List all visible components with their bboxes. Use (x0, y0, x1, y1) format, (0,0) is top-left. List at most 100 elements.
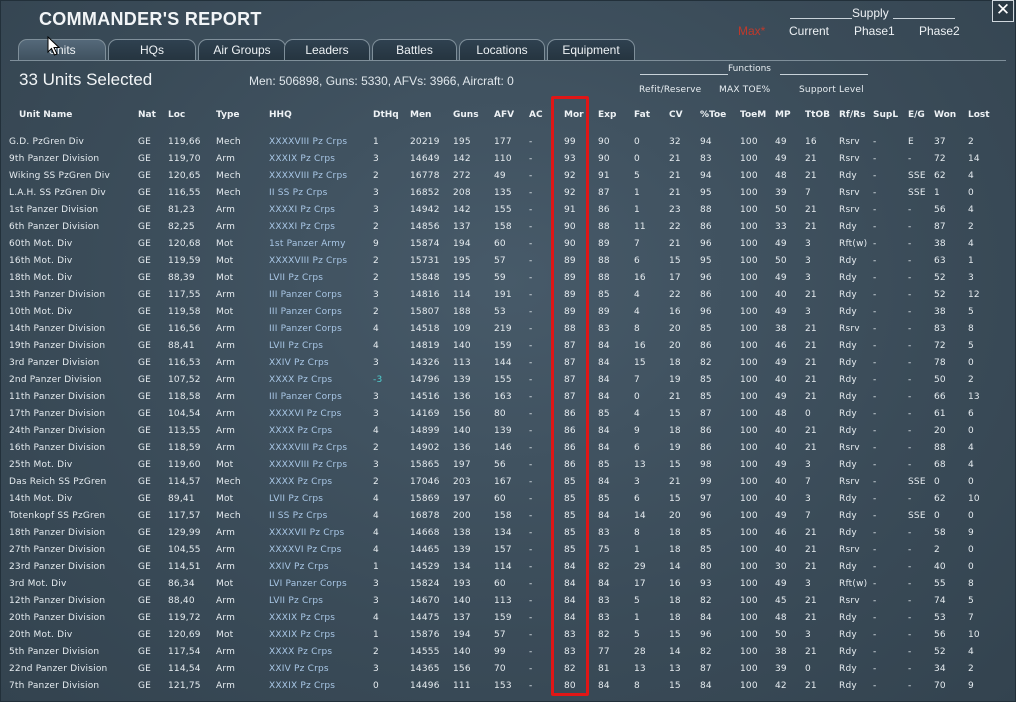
cell-unit-name[interactable]: 6th Panzer Division (9, 222, 99, 232)
column-header-guns[interactable]: Guns (453, 110, 479, 120)
cell-unit-name[interactable]: 3rd Mot. Div (9, 579, 67, 589)
column-header-ac[interactable]: AC (529, 110, 543, 120)
table-row[interactable]: 17th Panzer Division GE 104,54 Arm XXXXVI Pz… (0, 409, 1016, 426)
table-row[interactable]: 20th Panzer Division GE 119,72 Arm XXXIX Pz … (0, 613, 1016, 630)
cell-hhq[interactable]: 1st Panzer Army (269, 239, 346, 249)
cell-hhq[interactable]: XXXXVI Pz Crps (269, 409, 342, 419)
cell-hhq[interactable]: XXXXVIII Pz Crps (269, 171, 347, 181)
tab-equipment[interactable]: Equipment (547, 39, 635, 61)
column-header-rf-rs[interactable]: Rf/Rs (839, 110, 865, 120)
cell-hhq[interactable]: II SS Pz Crps (269, 511, 327, 521)
cell-unit-name[interactable]: Totenkopf SS PzGren (9, 511, 105, 521)
cell-hhq[interactable]: XXXXVIII Pz Crps (269, 460, 347, 470)
cell-unit-name[interactable]: 9th Panzer Division (9, 154, 99, 164)
table-row[interactable]: 16th Panzer Division GE 118,59 Arm XXXXVIII … (0, 443, 1016, 460)
cell-hhq[interactable]: XXXX Pz Crps (269, 477, 332, 487)
table-row[interactable]: 18th Mot. Div GE 88,39 Mot LVII Pz Crps 2 1584… (0, 273, 1016, 290)
table-row[interactable]: 14th Panzer Division GE 116,56 Arm III Panze… (0, 324, 1016, 341)
cell-unit-name[interactable]: L.A.H. SS PzGren Div (9, 188, 106, 198)
column-header-supl[interactable]: SupL (873, 110, 898, 120)
cell-hhq[interactable]: XXXXVI Pz Crps (269, 545, 342, 555)
cell-hhq[interactable]: XXXXI Pz Crps (269, 222, 335, 232)
cell-hhq[interactable]: XXXIX Pz Crps (269, 154, 335, 164)
column-header-e-g[interactable]: E/G (908, 110, 925, 120)
table-row[interactable]: 25th Mot. Div GE 119,60 Mot XXXXVIII Pz Crps… (0, 460, 1016, 477)
table-row[interactable]: 27th Panzer Division GE 104,55 Arm XXXXVI Pz… (0, 545, 1016, 562)
table-row[interactable]: 13th Panzer Division GE 117,55 Arm III Panze… (0, 290, 1016, 307)
table-row[interactable]: 18th Panzer Division GE 129,99 Arm XXXXVII P… (0, 528, 1016, 545)
cell-hhq[interactable]: XXXX Pz Crps (269, 375, 332, 385)
cell-hhq[interactable]: XXIV Pz Crps (269, 562, 329, 572)
tab-air-groups[interactable]: Air Groups (198, 39, 286, 61)
cell-unit-name[interactable]: 10th Mot. Div (9, 307, 72, 317)
cell-hhq[interactable]: LVI Panzer Corps (269, 579, 347, 589)
tab-leaders[interactable]: Leaders (284, 39, 370, 61)
table-row[interactable]: 14th Mot. Div GE 89,41 Mot LVII Pz Crps 4 1586… (0, 494, 1016, 511)
cell-hhq[interactable]: XXXXVII Pz Crps (269, 528, 344, 538)
table-row[interactable]: 6th Panzer Division GE 82,25 Arm XXXXI Pz Cr… (0, 222, 1016, 239)
cell-unit-name[interactable]: G.D. PzGren Div (9, 137, 84, 147)
table-row[interactable]: G.D. PzGren Div GE 119,66 Mech XXXXVIII Pz C… (0, 137, 1016, 154)
table-row[interactable]: 3rd Mot. Div GE 86,34 Mot LVI Panzer Corps 3 1… (0, 579, 1016, 596)
cell-hhq[interactable]: XXXXVIII Pz Crps (269, 137, 347, 147)
column-header-type[interactable]: Type (216, 110, 239, 120)
table-row[interactable]: 23rd Panzer Division GE 114,51 Arm XXIV Pz C… (0, 562, 1016, 579)
tab-locations[interactable]: Locations (459, 39, 545, 61)
cell-hhq[interactable]: II SS Pz Crps (269, 188, 327, 198)
cell-unit-name[interactable]: 23rd Panzer Division (9, 562, 105, 572)
column-header-won[interactable]: Won (934, 110, 956, 120)
cell-unit-name[interactable]: 3rd Panzer Division (9, 358, 99, 368)
table-row[interactable]: 5th Panzer Division GE 117,54 Arm XXXX Pz Cr… (0, 647, 1016, 664)
table-row[interactable]: 11th Panzer Division GE 118,58 Arm III Panze… (0, 392, 1016, 409)
cell-hhq[interactable]: XXXIX Pz Crps (269, 613, 335, 623)
cell-hhq[interactable]: XXXXI Pz Crps (269, 205, 335, 215)
column-header-pct-toe[interactable]: %Toe (700, 110, 726, 120)
supply-option-max[interactable]: Max* (738, 24, 765, 38)
cell-hhq[interactable]: XXXXVIII Pz Crps (269, 443, 347, 453)
column-header-ttob[interactable]: TtOB (805, 110, 830, 120)
cell-hhq[interactable]: XXXX Pz Crps (269, 426, 332, 436)
table-row[interactable]: 16th Mot. Div GE 119,59 Mot XXXXVIII Pz Crps… (0, 256, 1016, 273)
table-row[interactable]: L.A.H. SS PzGren Div GE 116,55 Mech II SS Pz… (0, 188, 1016, 205)
cell-hhq[interactable]: XXXXVIII Pz Crps (269, 256, 347, 266)
column-header-dthq[interactable]: DtHq (373, 110, 399, 120)
tab-battles[interactable]: Battles (372, 39, 457, 61)
supply-option-current[interactable]: Current (789, 24, 829, 38)
table-row[interactable]: Totenkopf SS PzGren GE 117,57 Mech II SS Pz … (0, 511, 1016, 528)
cell-hhq[interactable]: III Panzer Corps (269, 392, 342, 402)
cell-unit-name[interactable]: 24th Panzer Division (9, 426, 105, 436)
cell-hhq[interactable]: LVII Pz Crps (269, 273, 323, 283)
cell-unit-name[interactable]: 22nd Panzer Division (9, 664, 107, 674)
cell-unit-name[interactable]: 27th Panzer Division (9, 545, 105, 555)
cell-unit-name[interactable]: 19th Panzer Division (9, 341, 105, 351)
table-row[interactable]: 60th Mot. Div GE 120,68 Mot 1st Panzer Army 9… (0, 239, 1016, 256)
table-row[interactable]: 3rd Panzer Division GE 116,53 Arm XXIV Pz Cr… (0, 358, 1016, 375)
supply-option-phase2[interactable]: Phase2 (919, 24, 960, 38)
cell-unit-name[interactable]: 7th Panzer Division (9, 681, 99, 691)
cell-unit-name[interactable]: 2nd Panzer Division (9, 375, 102, 385)
cell-unit-name[interactable]: 16th Mot. Div (9, 256, 72, 266)
cell-unit-name[interactable]: 11th Panzer Division (9, 392, 105, 402)
cell-unit-name[interactable]: 5th Panzer Division (9, 647, 99, 657)
cell-hhq[interactable]: III Panzer Corps (269, 324, 342, 334)
cell-unit-name[interactable]: 20th Panzer Division (9, 613, 105, 623)
table-row[interactable]: 19th Panzer Division GE 88,41 Arm LVII Pz Cr… (0, 341, 1016, 358)
cell-unit-name[interactable]: Wiking SS PzGren Div (9, 171, 110, 181)
column-header-fat[interactable]: Fat (634, 110, 650, 120)
cell-unit-name[interactable]: 18th Mot. Div (9, 273, 72, 283)
tab-hqs[interactable]: HQs (108, 39, 196, 61)
cell-hhq[interactable]: XXIV Pz Crps (269, 664, 329, 674)
cell-unit-name[interactable]: 18th Panzer Division (9, 528, 105, 538)
table-row[interactable]: 7th Panzer Division GE 121,75 Arm XXXIX Pz C… (0, 681, 1016, 698)
cell-hhq[interactable]: XXXX Pz Crps (269, 647, 332, 657)
cell-hhq[interactable]: XXIV Pz Crps (269, 358, 329, 368)
table-row[interactable]: 20th Mot. Div GE 120,69 Mot XXXIX Pz Crps 1 15… (0, 630, 1016, 647)
tab-units[interactable]: Units (18, 39, 106, 61)
cell-hhq[interactable]: LVII Pz Crps (269, 494, 323, 504)
table-row[interactable]: 10th Mot. Div GE 119,58 Mot III Panzer Corps… (0, 307, 1016, 324)
column-header-men[interactable]: Men (410, 110, 431, 120)
column-header-toem[interactable]: ToeM (740, 110, 766, 120)
cell-hhq[interactable]: XXXIX Pz Crps (269, 681, 335, 691)
cell-unit-name[interactable]: 12th Panzer Division (9, 596, 105, 606)
table-row[interactable]: 24th Panzer Division GE 113,55 Arm XXXX Pz C… (0, 426, 1016, 443)
